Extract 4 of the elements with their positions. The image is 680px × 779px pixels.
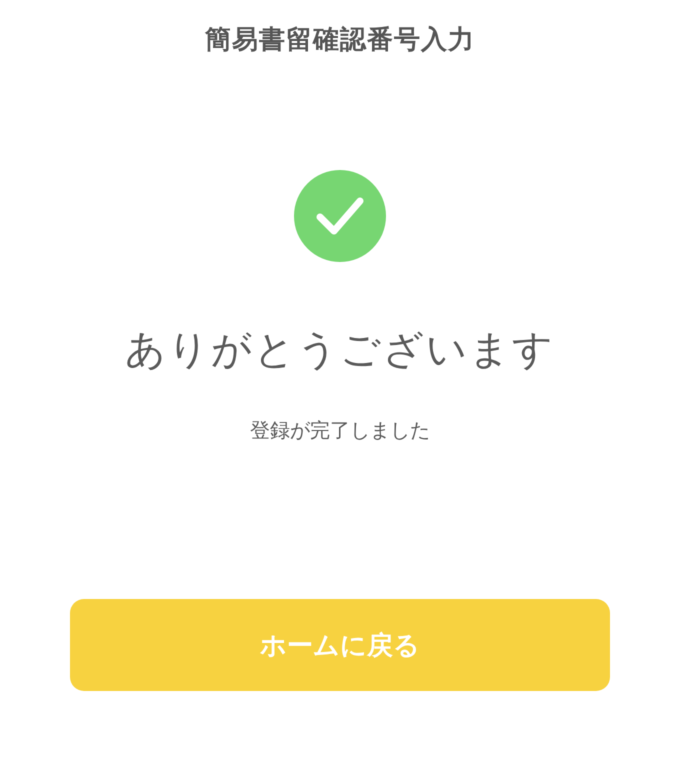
thank-you-heading: ありがとうございます <box>125 326 555 375</box>
page-title: 簡易書留確認番号入力 <box>205 24 475 57</box>
completion-message: 登録が完了しました <box>250 417 430 444</box>
home-button[interactable]: ホームに戻る <box>70 599 610 691</box>
